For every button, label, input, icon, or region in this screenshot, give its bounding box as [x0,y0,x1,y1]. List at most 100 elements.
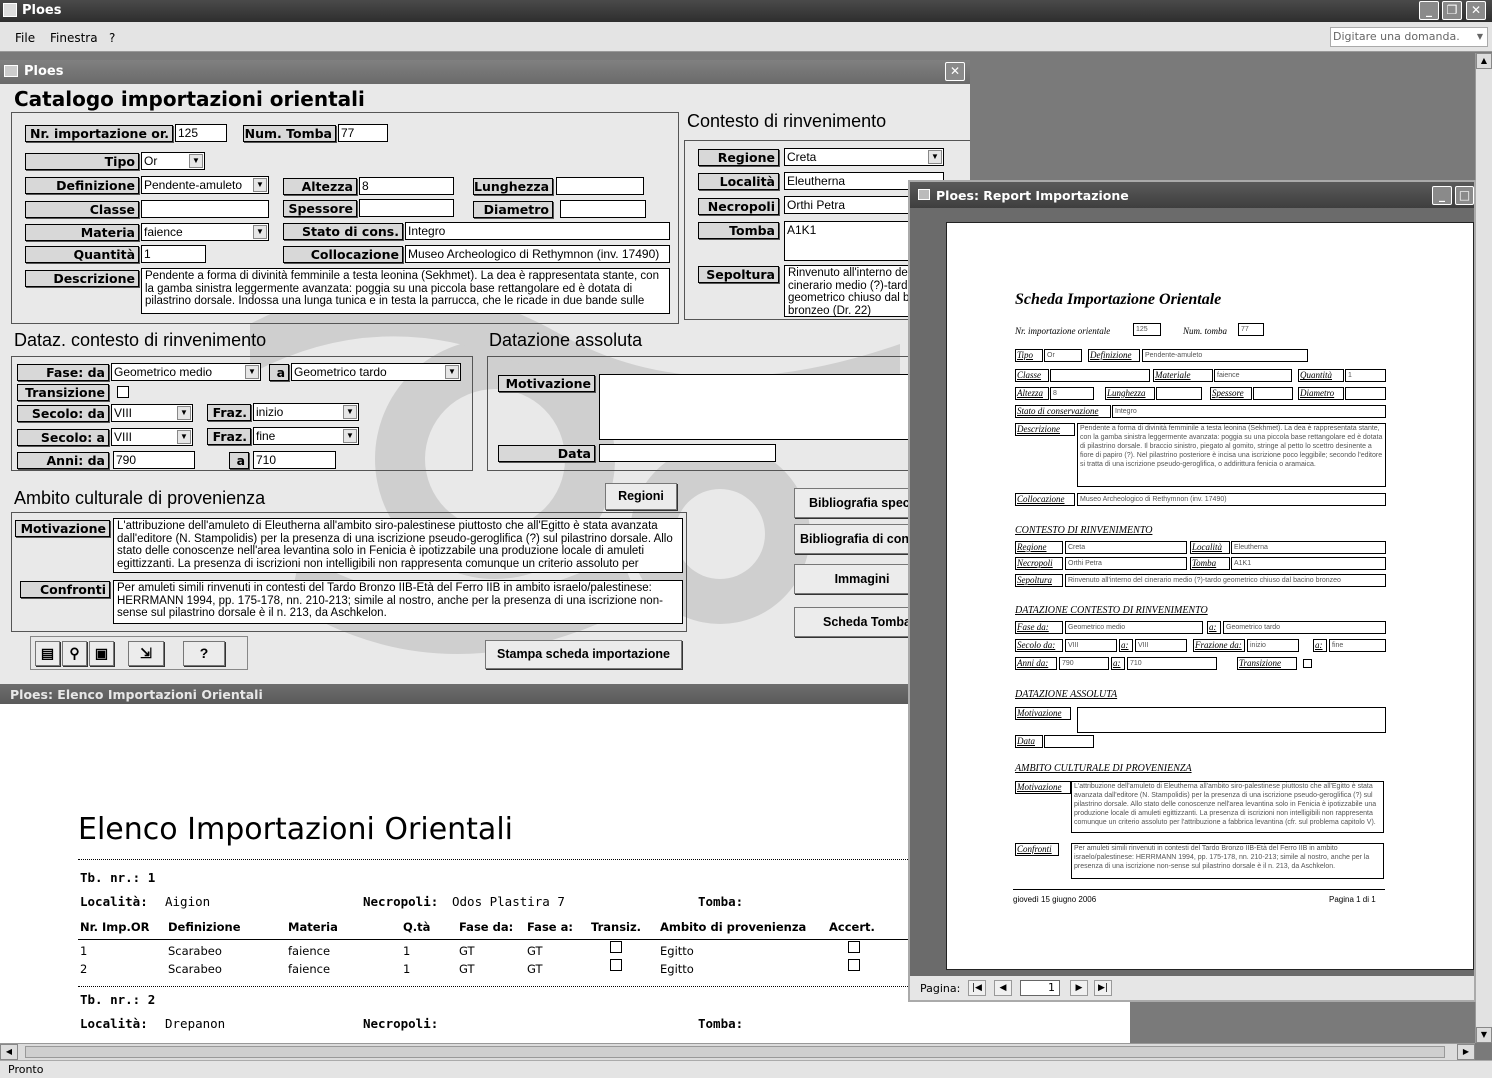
prev-page-icon[interactable]: ◀ [994,980,1012,996]
chevron-down-icon[interactable]: ▼ [343,405,357,419]
fase-a-label: a [269,364,289,381]
transiz-checkbox[interactable] [610,941,622,953]
accert-checkbox[interactable] [848,941,860,953]
close-icon[interactable]: ✕ [945,62,965,81]
chevron-down-icon[interactable]: ▼ [928,150,942,164]
fase-da-value: Geometrico medio [114,365,213,379]
assoluta-motivazione-field[interactable] [599,374,914,440]
report-footer-date: giovedì 15 giugno 2006 [1013,895,1097,904]
chevron-down-icon[interactable]: ▼ [445,365,459,379]
materia-select[interactable]: faience ▼ [141,223,269,241]
report-anni-label: Anni da: [1015,657,1057,670]
chevron-down-icon[interactable]: ▼ [177,430,191,444]
delete-icon[interactable]: ▣ [89,641,114,666]
regione-select[interactable]: Creta ▼ [784,148,944,166]
collocazione-field[interactable]: Museo Archeologico di Rethymnon (inv. 17… [405,245,670,263]
tipo-select[interactable]: Or ▼ [141,152,205,170]
contesto-heading: Contesto di rinvenimento [687,111,887,131]
cell-materia: faience [288,962,331,976]
chevron-down-icon[interactable]: ▼ [343,429,357,443]
chevron-down-icon[interactable]: ▼ [177,406,191,420]
menu-finestra[interactable]: Finestra [50,31,98,45]
secolo-da-select[interactable]: VIII ▼ [111,404,193,422]
help-search-input[interactable]: Digitare una domanda. ▼ [1330,27,1488,47]
ambito-motivazione-textarea[interactable]: L'attribuzione dell'amuleto di Eleuthern… [113,518,683,573]
chevron-down-icon[interactable]: ▼ [253,225,267,239]
secolo-a-select[interactable]: VIII ▼ [111,428,193,446]
minimize-icon[interactable]: _ [1419,1,1439,20]
page-number-input[interactable]: 1 [1020,980,1060,996]
binoculars-icon[interactable]: ⚲ [62,641,87,666]
fase-a-select[interactable]: Geometrico tardo ▼ [291,363,461,381]
col-accert: Accert. [829,920,875,934]
maximize-icon[interactable]: □ [1455,186,1474,205]
form-window-titlebar: Ploes ✕ [0,60,970,84]
num-tomba-label: Num. Tomba [243,125,336,142]
report-spessore-value [1253,387,1293,400]
descrizione-textarea[interactable]: Pendente a forma di divinità femminile a… [141,268,670,314]
stampa-scheda-button[interactable]: Stampa scheda importazione [485,640,682,669]
lunghezza-field[interactable] [556,177,644,195]
accert-checkbox[interactable] [848,959,860,971]
transizione-checkbox[interactable] [117,386,129,398]
confronti-textarea[interactable]: Per amuleti simili rinvenuti in contesti… [113,580,683,624]
stato-field[interactable]: Integro [405,222,670,240]
report-anni-da-value: 790 [1059,657,1109,670]
form-icon[interactable]: ▤ [35,641,60,666]
scroll-right-icon[interactable]: ▶ [1457,1044,1475,1060]
anni-da-field[interactable]: 790 [113,451,195,469]
chevron-down-icon[interactable]: ▼ [189,154,203,168]
chevron-down-icon[interactable]: ▼ [1474,29,1486,45]
scroll-down-icon[interactable]: ▼ [1476,1027,1492,1043]
menu-file[interactable]: File [15,31,35,45]
vertical-scrollbar[interactable]: ▲ ▼ [1475,53,1492,1043]
restore-icon[interactable]: ❐ [1442,1,1462,20]
spessore-field[interactable] [359,199,454,217]
regione-value: Creta [787,150,817,164]
assoluta-motivazione-label: Motivazione [498,375,595,392]
num-tomba-field[interactable]: 77 [338,124,388,142]
lunghezza-label: Lunghezza [473,178,553,195]
horizontal-scrollbar[interactable]: ◀ ▶ [0,1043,1475,1060]
cell-ambito: Egitto [660,944,694,958]
fase-da-select[interactable]: Geometrico medio ▼ [111,363,261,381]
classe-field[interactable] [141,200,269,218]
chevron-down-icon[interactable]: ▼ [245,365,259,379]
quantita-field[interactable]: 1 [141,245,206,263]
app-title: Ploes [22,3,62,18]
report-spessore-label: Spessore [1210,387,1252,400]
form-heading: Catalogo importazioni orientali [14,87,365,111]
report-anni-a-label: a: [1111,657,1125,670]
new-record-icon[interactable]: ⇲ [128,641,164,666]
scroll-thumb[interactable] [25,1046,1445,1058]
fraz-da-select[interactable]: inizio ▼ [253,403,359,421]
regioni-button[interactable]: Regioni [605,483,677,510]
next-page-icon[interactable]: ▶ [1070,980,1088,996]
col-transiz: Transiz. [591,920,642,934]
help-icon[interactable]: ? [183,641,225,666]
altezza-field[interactable]: 8 [359,177,454,195]
classe-label: Classe [25,201,139,218]
table-row: 1 Scarabeo faience 1 GT GT Egitto [78,941,990,960]
menu-help[interactable]: ? [109,31,115,45]
fraz-a-select[interactable]: fine ▼ [253,427,359,445]
anni-a-field[interactable]: 710 [253,451,336,469]
transiz-checkbox[interactable] [610,959,622,971]
nr-importazione-field[interactable]: 125 [175,124,227,142]
secolo-a-label: Secolo: a [17,429,109,446]
report-confronti-value: Per amuleti simili rinvenuti in contesti… [1071,843,1384,879]
report-window-title: Ploes: Report Importazione [936,188,1129,203]
diametro-field[interactable] [560,200,646,218]
col-definizione: Definizione [168,920,241,934]
close-icon[interactable]: ✕ [1466,1,1486,20]
first-page-icon[interactable]: |◀ [968,980,986,996]
chevron-down-icon[interactable]: ▼ [253,178,267,192]
definizione-select[interactable]: Pendente-amuleto ▼ [141,176,269,194]
assoluta-data-field[interactable] [599,444,776,462]
table-row: 2 Scarabeo faience 1 GT GT Egitto [78,959,990,978]
scroll-left-icon[interactable]: ◀ [0,1044,18,1060]
report-fraz-a-value: fine [1329,639,1386,652]
scroll-up-icon[interactable]: ▲ [1476,53,1492,69]
minimize-icon[interactable]: _ [1432,186,1452,205]
last-page-icon[interactable]: ▶| [1094,980,1112,996]
